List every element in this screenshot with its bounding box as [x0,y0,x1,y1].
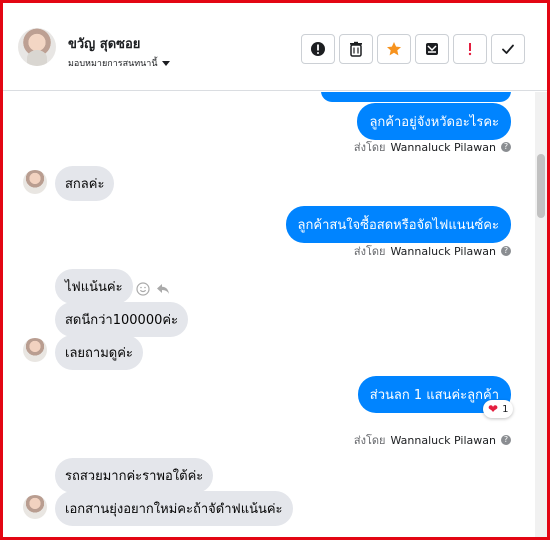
caret-down-icon [161,60,170,66]
alert-icon [311,42,325,56]
reply-icon[interactable] [156,282,170,296]
trash-icon [350,41,362,57]
message-bubble-incoming[interactable]: ไฟแน้นค่ะ [55,269,133,304]
scrollbar[interactable] [535,92,547,537]
mark-done-button[interactable] [491,34,525,64]
contact-name[interactable]: ขวัญ สุดซอย [68,33,140,54]
help-icon[interactable]: ? [501,142,511,152]
delete-button[interactable] [339,34,373,64]
message-bubble-outgoing[interactable]: ลูกค้าอยู่จังหวัดอะไรคะ [357,103,511,140]
assign-label: มอบหมายการสนทนานี้ [68,59,158,69]
reaction-badge[interactable]: ❤ 1 [483,400,514,418]
message-bubble-incoming[interactable]: สดนีกว่า100000ค่ะ [55,302,189,337]
exclamation-icon [468,43,472,56]
smiley-icon[interactable] [136,282,150,296]
contact-avatar-small [23,338,47,362]
contact-avatar-small [23,170,47,194]
star-icon [387,42,401,56]
contact-avatar[interactable] [18,28,56,66]
app-frame: ขวัญ สุดซอย มอบหมายการสนทนานี้ ลูกค้าอยู… [0,0,550,540]
message-bubble-outgoing[interactable]: ลูกค้าสนใจซื้อสดหรือจัดไฟแนนซ์คะ [285,206,511,243]
spam-button[interactable] [301,34,335,64]
assign-conversation-dropdown[interactable]: มอบหมายการสนทนานี้ [68,56,170,70]
message-thread[interactable]: ลูกค้าอยู่จังหวัดอะไรคะ ส่งโดย Wannaluck… [3,92,535,537]
check-icon [502,44,514,54]
star-button[interactable] [377,34,411,64]
heart-icon: ❤ [488,402,499,416]
scrollbar-thumb[interactable] [537,154,545,218]
message-bubble-outgoing [321,92,511,102]
sent-by-label: ส่งโดย Wannaluck Pilawan ? [354,138,511,156]
help-icon[interactable]: ? [501,246,511,256]
conversation-header: ขวัญ สุดซอย มอบหมายการสนทนานี้ [3,3,547,91]
message-actions [136,282,170,296]
move-to-done-button[interactable] [415,34,449,64]
conversation-toolbar [301,34,525,64]
message-bubble-incoming[interactable]: เอกสานยุ่งอยากใหม่คะถ้าจัดำฟแน้นค่ะ [55,491,293,526]
message-bubble-incoming[interactable]: สกลค่ะ [55,166,115,201]
message-bubble-incoming[interactable]: รถสวยมากค่ะราพอใต้ค่ะ [55,458,214,493]
sent-by-label: ส่งโดย Wannaluck Pilawan ? [354,242,511,260]
archive-icon [426,43,438,55]
help-icon[interactable]: ? [501,435,511,445]
mark-important-button[interactable] [453,34,487,64]
contact-avatar-small [23,495,47,519]
reaction-count: 1 [502,403,509,415]
sent-by-label: ส่งโดย Wannaluck Pilawan ? [354,431,511,449]
message-bubble-incoming[interactable]: เลยถามดูค่ะ [55,335,143,370]
